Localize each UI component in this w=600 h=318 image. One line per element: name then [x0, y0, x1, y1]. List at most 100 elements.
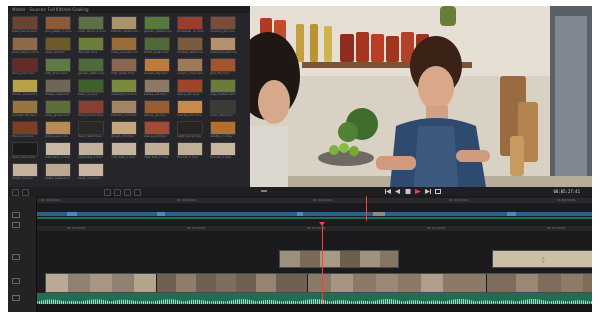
- clip-name: fire_wood.mov: [12, 134, 34, 138]
- scrubber-icon[interactable]: [260, 188, 268, 195]
- media-pool-clip[interactable]: cooking_09.mov: [210, 16, 236, 34]
- media-pool-clip[interactable]: street_view.mov: [45, 79, 71, 97]
- clip-thumbnail: [45, 37, 71, 51]
- clip-thumbnail: [144, 37, 170, 51]
- media-pool-clip[interactable]: prep_table_2.mov: [12, 37, 39, 55]
- a1-audio-clip[interactable]: [37, 293, 592, 304]
- media-pool-clip[interactable]: pasta_table.mov: [45, 163, 71, 181]
- media-pool-clip[interactable]: friends_1.mov: [177, 142, 203, 160]
- timeline-scrollbar[interactable]: [37, 305, 592, 312]
- media-pool-clip[interactable]: garden_walk.mov: [78, 58, 104, 76]
- media-pool-clip[interactable]: onions_chop.mov: [177, 58, 203, 76]
- media-pool-clip[interactable]: kitchen_wide.mov: [111, 16, 138, 34]
- audio-waveform: [37, 299, 592, 304]
- clip-name: laugh_cu.mov: [12, 176, 33, 180]
- timeline-playhead[interactable]: [319, 222, 325, 304]
- media-pool-clip[interactable]: dark_room.mov: [12, 142, 38, 160]
- play-icon[interactable]: [414, 188, 422, 195]
- media-pool-clip[interactable]: chef_talk_1.mov: [111, 142, 137, 160]
- jump-to-start-icon[interactable]: [384, 188, 392, 195]
- media-pool-clip[interactable]: grill_fire.mov: [210, 58, 236, 76]
- media-pool-clip[interactable]: vineyard_01.mov: [111, 79, 137, 97]
- overview-ruler[interactable]: 01:00:00:00 01:00:30:00 01:01:00:00 01:0…: [37, 198, 592, 203]
- sort-icon[interactable]: [104, 189, 111, 196]
- media-pool-clip[interactable]: herbs_bowl.mov: [144, 37, 170, 55]
- media-pool-clip[interactable]: pizza_peel.mov: [45, 121, 71, 139]
- timeline-tracks-area[interactable]: 01:00:00:00 01:00:30:00 01:01:00:00 01:0…: [37, 196, 592, 312]
- media-pool-clip[interactable]: sauce_pot.mov: [144, 121, 170, 139]
- video-track-lock-icon[interactable]: [12, 212, 20, 218]
- media-pool-clip[interactable]: chef_talk_2.mov: [144, 142, 170, 160]
- media-pool-clip[interactable]: night_lamp.mov: [177, 121, 203, 139]
- media-pool-clip[interactable]: kitchen_cu2.mov: [111, 100, 137, 118]
- clip-thumbnail: [210, 16, 236, 30]
- clip-thumbnail: [12, 16, 38, 30]
- clip-thumbnail: [45, 163, 71, 177]
- v1-clip-sequence[interactable]: [45, 273, 592, 293]
- media-pool-clip[interactable]: tomatoes_cu.mov: [177, 16, 204, 34]
- source-viewer[interactable]: [250, 6, 592, 187]
- media-pool-clip[interactable]: fire_wood.mov: [12, 121, 38, 139]
- clip-thumbnail: [78, 79, 104, 93]
- media-pool-clip[interactable]: meat_board.mov: [78, 100, 104, 118]
- clip-thumbnail: [144, 16, 170, 30]
- timeline-ruler[interactable]: 01:00:40:00 01:00:50:00 01:01:00:00 01:0…: [37, 226, 592, 231]
- media-pool-clip[interactable]: fresh_sauce.mov: [12, 16, 38, 34]
- media-pool-clip[interactable]: cook_shoot_a.mov: [78, 16, 106, 34]
- media-pool-clip[interactable]: dough_roll.mov: [111, 121, 137, 139]
- media-pool-clip[interactable]: garden_herbs.mov: [144, 16, 172, 34]
- v2-clip-title-card[interactable]: ◊: [492, 250, 592, 268]
- media-pool-clip[interactable]: olive_oil.mov: [45, 37, 71, 55]
- media-pool-clip[interactable]: toast_end.mov: [78, 163, 104, 181]
- video-track-1-icon[interactable]: [12, 278, 20, 284]
- media-pool-clip[interactable]: interview_1.mov: [45, 142, 71, 160]
- reverse-play-icon[interactable]: [394, 188, 402, 195]
- media-pool-clip[interactable]: friends_2.mov: [210, 142, 236, 160]
- media-pool-clip[interactable]: basil_cu.mov: [78, 79, 104, 97]
- clip-name: harvest_02.mov: [12, 113, 37, 117]
- playhead-handle-icon[interactable]: [319, 222, 325, 226]
- media-pool-clip[interactable]: spices_jar.mov: [144, 100, 170, 118]
- media-pool-clip[interactable]: plates_set.mov: [144, 79, 170, 97]
- search-icon[interactable]: [124, 189, 131, 196]
- clip-thumbnail: [111, 100, 137, 114]
- media-pool-clip[interactable]: candle_cu.mov: [210, 121, 236, 139]
- media-pool-clip[interactable]: wine_pour.mov: [12, 58, 38, 76]
- clip-thumbnail: [177, 37, 203, 51]
- clip-thumbnail: [78, 16, 104, 30]
- media-pool-clip[interactable]: market_stall.mov: [177, 37, 203, 55]
- media-pool-clip[interactable]: chef_smile.mov: [111, 58, 137, 76]
- media-pool-clip[interactable]: lemon_slice.mov: [12, 79, 38, 97]
- filter-icon[interactable]: [114, 189, 121, 196]
- video-track-2-icon[interactable]: [12, 254, 20, 260]
- media-pool-clip[interactable]: vines_sunset.mov: [111, 37, 138, 55]
- bin-icon[interactable]: [134, 189, 141, 196]
- media-pool-clip[interactable]: olive_grove.mov: [45, 100, 71, 118]
- media-pool-clip[interactable]: sunset_sky.mov: [144, 58, 170, 76]
- media-pool-clip[interactable]: sunrise_hill.mov: [177, 100, 203, 118]
- media-pool-clip[interactable]: interview_2.mov: [78, 142, 104, 160]
- media-pool-clip[interactable]: dark_cellar.mov: [78, 121, 104, 139]
- list-view-icon[interactable]: [12, 189, 19, 196]
- media-pool-clip[interactable]: laugh_cu.mov: [12, 163, 38, 181]
- clip-name: spices_jar.mov: [144, 113, 166, 117]
- media-pool-clip[interactable]: hills_drive.mov: [45, 58, 71, 76]
- stop-icon[interactable]: [404, 188, 412, 195]
- media-pool-clip[interactable]: field_01.mov: [78, 37, 104, 55]
- media-pool-clip[interactable]: pan_pasta_1.mov: [45, 16, 71, 34]
- jump-to-end-icon[interactable]: [424, 188, 432, 195]
- v2-clip-interview[interactable]: [279, 250, 399, 268]
- timeline-overview-strip[interactable]: [37, 208, 592, 219]
- media-pool-clip[interactable]: bread_dough.mov: [210, 37, 237, 55]
- audio-track-1-icon[interactable]: [12, 295, 20, 301]
- media-pool-toolbar: [8, 187, 250, 196]
- media-pool-clip[interactable]: oven_door.mov: [210, 100, 236, 118]
- overview-playhead[interactable]: [366, 196, 367, 221]
- media-pool-clip[interactable]: sauce_stir.mov: [177, 79, 203, 97]
- loop-icon[interactable]: [434, 188, 442, 195]
- clip-thumbnail: [144, 142, 170, 156]
- media-pool-clip[interactable]: harvest_02.mov: [12, 100, 38, 118]
- thumbnail-view-icon[interactable]: [22, 189, 29, 196]
- track-toggle-icon[interactable]: [12, 222, 20, 228]
- media-pool-clip[interactable]: veg_market.mov: [210, 79, 236, 97]
